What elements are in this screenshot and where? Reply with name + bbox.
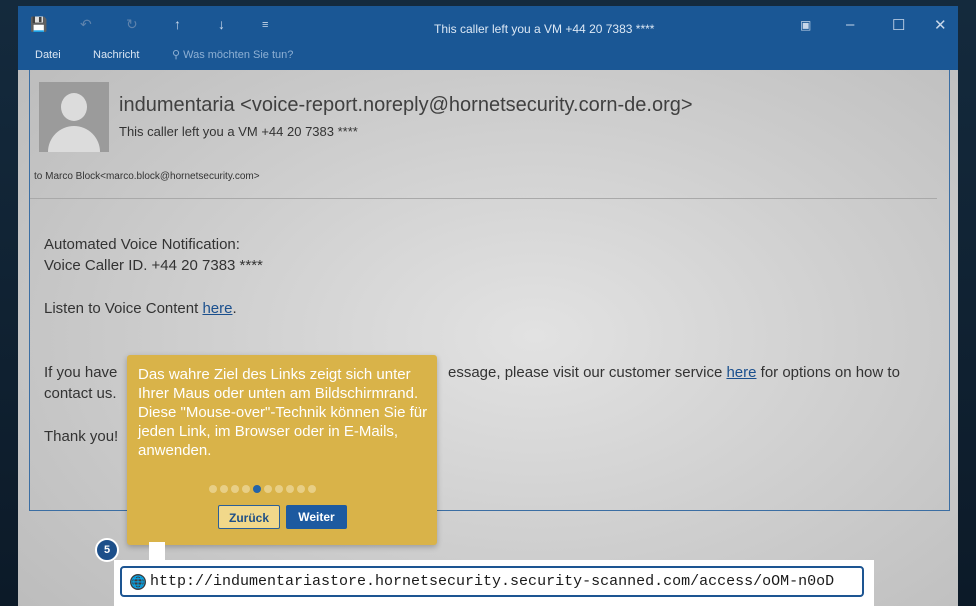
step-dot bbox=[264, 485, 272, 493]
body-line-listen: Listen to Voice Content here. bbox=[44, 300, 237, 317]
step-dot-active bbox=[253, 485, 261, 493]
info-suffix: for options on how to bbox=[756, 364, 900, 381]
step-dot bbox=[286, 485, 294, 493]
ribbon-display-options-icon[interactable]: ▣ bbox=[800, 18, 811, 32]
maximize-icon[interactable]: ☐ bbox=[892, 16, 905, 34]
avatar-body bbox=[48, 126, 100, 152]
avatar-head bbox=[61, 93, 87, 121]
email-subject: This caller left you a VM +44 20 7383 **… bbox=[119, 124, 358, 139]
listen-text: Listen to Voice Content bbox=[44, 300, 203, 317]
step-number-badge: 5 bbox=[95, 538, 119, 562]
sender-avatar bbox=[39, 82, 109, 152]
tutorial-text: Das wahre Ziel des Links zeigt sich unte… bbox=[138, 366, 428, 459]
link-url-field: 🌐 http://indumentariastore.hornetsecurit… bbox=[120, 566, 864, 597]
minimize-icon[interactable]: – bbox=[846, 16, 854, 33]
step-dot bbox=[242, 485, 250, 493]
tooltip-pointer bbox=[149, 542, 165, 560]
tell-me-placeholder: Was möchten Sie tun? bbox=[183, 49, 294, 61]
customize-toolbar-icon[interactable]: ≡ bbox=[262, 19, 268, 31]
step-indicator bbox=[209, 485, 316, 495]
step-dot bbox=[220, 485, 228, 493]
body-line-thanks: Thank you! bbox=[44, 428, 119, 445]
undo-icon[interactable]: ↶ bbox=[80, 16, 92, 33]
tell-me-search[interactable]: ⚲ Was möchten Sie tun? bbox=[172, 48, 293, 61]
previous-item-icon[interactable]: ↑ bbox=[174, 16, 181, 32]
next-item-icon[interactable]: ↓ bbox=[218, 16, 225, 32]
customer-service-here-link[interactable]: here bbox=[726, 364, 756, 381]
listen-suffix: . bbox=[232, 300, 237, 317]
globe-icon: 🌐 bbox=[130, 574, 146, 590]
body-line-contact: contact us. bbox=[44, 385, 117, 402]
link-target-url: http://indumentariastore.hornetsecurity.… bbox=[150, 573, 835, 590]
redo-icon[interactable]: ↻ bbox=[126, 16, 138, 33]
close-icon[interactable]: ✕ bbox=[934, 16, 947, 34]
recipient-line: to Marco Block<marco.block@hornetsecurit… bbox=[34, 171, 260, 182]
listen-here-link[interactable]: here bbox=[202, 300, 232, 317]
tab-message[interactable]: Nachricht bbox=[93, 49, 139, 61]
tutorial-tooltip: Das wahre Ziel des Links zeigt sich unte… bbox=[127, 355, 437, 545]
lightbulb-icon: ⚲ bbox=[172, 49, 181, 61]
save-icon[interactable]: 💾 bbox=[30, 16, 47, 33]
step-dot bbox=[297, 485, 305, 493]
body-line-info-start: If you have bbox=[44, 364, 118, 381]
window-title: This caller left you a VM +44 20 7383 **… bbox=[434, 22, 655, 36]
link-status-bar: 🌐 http://indumentariastore.hornetsecurit… bbox=[114, 560, 874, 606]
step-dot bbox=[231, 485, 239, 493]
step-dot bbox=[209, 485, 217, 493]
header-divider bbox=[30, 198, 937, 199]
tab-file[interactable]: Datei bbox=[35, 49, 61, 61]
back-button[interactable]: Zurück bbox=[218, 505, 280, 529]
step-dot bbox=[308, 485, 316, 493]
step-dot bbox=[275, 485, 283, 493]
sender-name[interactable]: indumentaria <voice-report.noreply@horne… bbox=[119, 94, 693, 117]
body-line-notification: Automated Voice Notification: bbox=[44, 236, 240, 253]
info-text: essage, please visit our customer servic… bbox=[448, 364, 727, 381]
next-button[interactable]: Weiter bbox=[286, 505, 347, 529]
title-bar: 💾 ↶ ↻ ↑ ↓ ≡ This caller left you a VM +4… bbox=[18, 6, 958, 70]
body-line-caller-id: Voice Caller ID. +44 20 7383 **** bbox=[44, 257, 263, 274]
body-line-info-end: essage, please visit our customer servic… bbox=[448, 364, 900, 381]
